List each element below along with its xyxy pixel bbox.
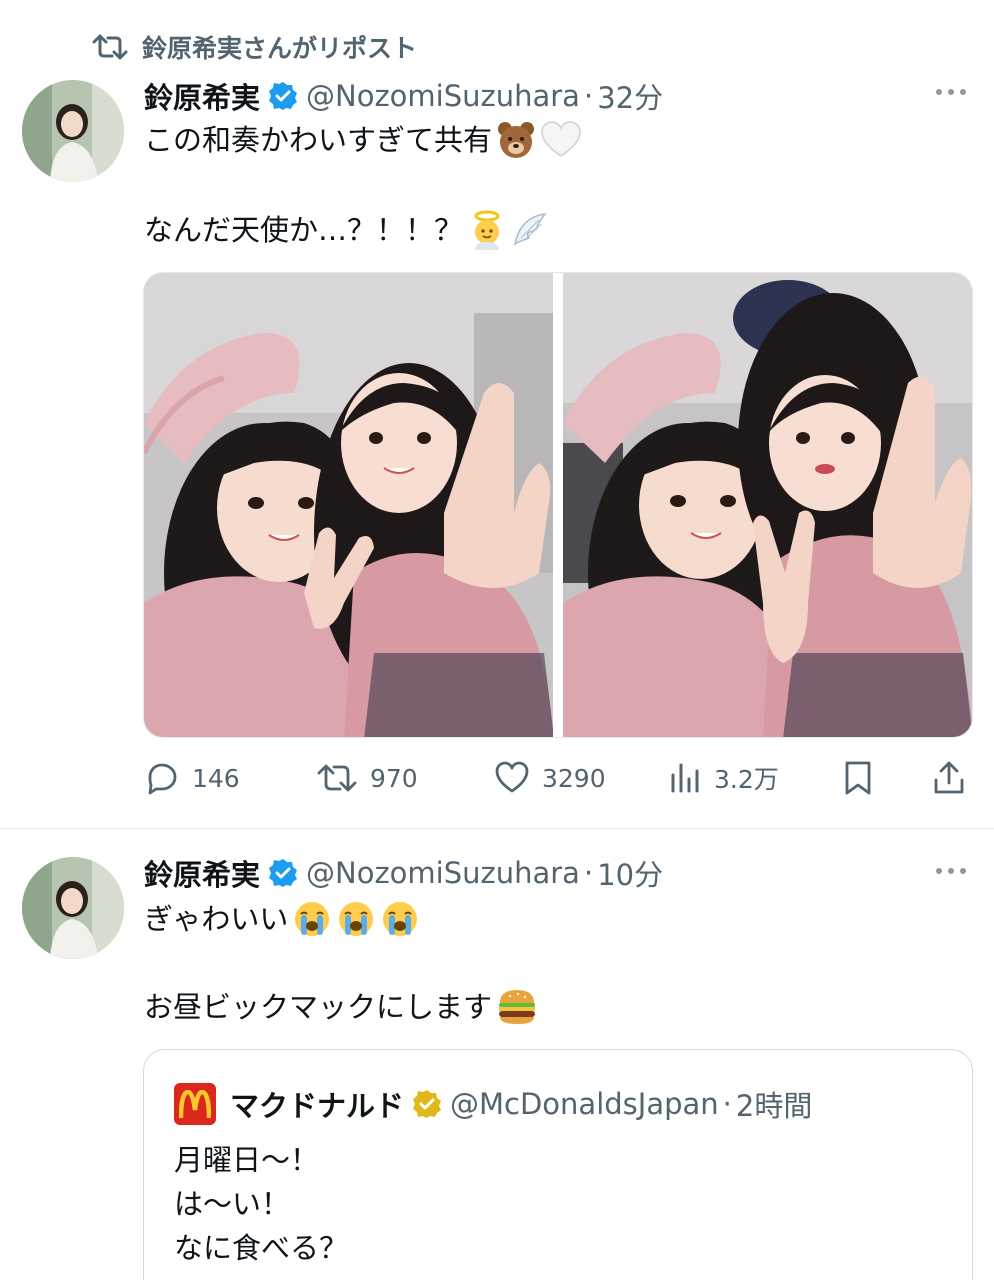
repost-icon — [317, 764, 357, 792]
mcdonalds-logo-icon — [174, 1083, 216, 1125]
crying-face-emoji — [339, 902, 374, 936]
like-count: 3290 — [542, 763, 606, 793]
wing-emoji — [513, 213, 547, 246]
bear-face-emoji — [498, 122, 535, 158]
tweet-timestamp[interactable]: 10分 — [597, 852, 663, 894]
tweet-timestamp[interactable]: 32分 — [597, 75, 663, 117]
tweet-header: 鈴原希実 @NozomiSuzuhara · 32分 — [144, 74, 663, 118]
verified-badge-icon — [269, 859, 298, 887]
hamburger-emoji — [499, 990, 536, 1024]
author-name[interactable]: 鈴原希実 — [144, 75, 260, 117]
author-name[interactable]: 鈴原希実 — [144, 852, 260, 894]
quoted-tweet-header: マクドナルド @McDonaldsJapan · 2時間 — [174, 1082, 812, 1126]
tweet-header: 鈴原希実 @NozomiSuzuhara · 10分 — [144, 851, 663, 895]
separator-dot: · — [583, 856, 594, 890]
author-handle[interactable]: @NozomiSuzuhara — [306, 79, 580, 113]
quoted-text: は〜い！ — [174, 1187, 291, 1221]
verified-badge-icon — [269, 82, 298, 110]
tweet-actions: 146 970 3290 3.2万 — [144, 758, 974, 798]
photo-1[interactable] — [144, 273, 553, 737]
tweet-text: ぎゃわいい — [144, 902, 289, 936]
tweet-text: お昼ビックマックにします — [144, 990, 493, 1024]
more-options-icon[interactable] — [934, 861, 968, 881]
tweet-text-line: なんだ天使か…？！！？ — [144, 208, 551, 252]
repost-count: 970 — [370, 763, 418, 793]
crying-face-emoji — [383, 902, 418, 936]
tweet-text: なんだ天使か…？！！？ — [144, 213, 464, 247]
quoted-text: 月曜日〜！ — [174, 1143, 320, 1177]
share-icon — [934, 761, 964, 794]
quoted-timestamp: 2時間 — [735, 1089, 813, 1123]
analytics-icon — [671, 763, 699, 793]
quoted-tweet[interactable]: マクドナルド @McDonaldsJapan · 2時間 月曜日〜！ は〜い！ … — [143, 1049, 973, 1280]
avatar[interactable] — [22, 857, 124, 959]
views-button[interactable]: 3.2万 — [668, 758, 779, 798]
white-heart-emoji — [541, 121, 581, 157]
avatar[interactable] — [22, 80, 124, 182]
tweet-text-line: ぎゃわいい — [144, 897, 420, 941]
more-options-icon[interactable] — [934, 82, 968, 102]
verified-gold-badge-icon — [413, 1090, 442, 1118]
quoted-text: なに食べる？ — [174, 1231, 349, 1265]
repost-banner-text: 鈴原希実さんがリポスト — [142, 34, 418, 63]
repost-button[interactable]: 970 — [316, 758, 418, 798]
reply-count: 146 — [192, 763, 240, 793]
baby-angel-emoji — [474, 210, 500, 250]
reply-icon — [148, 763, 177, 795]
heart-icon — [495, 761, 529, 793]
separator-dot: · — [583, 79, 594, 113]
bookmark-icon — [845, 761, 871, 795]
tweet-text-line: この和奏かわいすぎて共有 — [144, 118, 582, 162]
quoted-author-handle: @McDonaldsJapan — [450, 1087, 719, 1121]
crying-face-emoji — [295, 902, 330, 936]
repost-icon — [92, 34, 128, 60]
tweet[interactable]: 鈴原希実 @NozomiSuzuhara · 32分 この和奏かわいすぎて共有 … — [0, 70, 994, 828]
separator-dot: · — [722, 1087, 732, 1121]
like-button[interactable]: 3290 — [494, 758, 606, 798]
share-button[interactable] — [932, 758, 978, 798]
tweet-text-line: お昼ビックマックにします — [144, 985, 538, 1029]
author-handle[interactable]: @NozomiSuzuhara — [306, 856, 580, 890]
media-grid — [143, 272, 973, 738]
tweet[interactable]: 鈴原希実 @NozomiSuzuhara · 10分 ぎゃわいい お昼ビックマッ… — [0, 829, 994, 1280]
view-count: 3.2万 — [714, 765, 779, 794]
bookmark-button[interactable] — [842, 758, 886, 798]
repost-banner[interactable]: 鈴原希実さんがリポスト — [92, 30, 417, 64]
photo-2[interactable] — [563, 273, 972, 737]
quoted-author-name: マクドナルド — [230, 1089, 405, 1123]
reply-button[interactable]: 146 — [144, 758, 240, 798]
tweet-text: この和奏かわいすぎて共有 — [144, 123, 493, 157]
